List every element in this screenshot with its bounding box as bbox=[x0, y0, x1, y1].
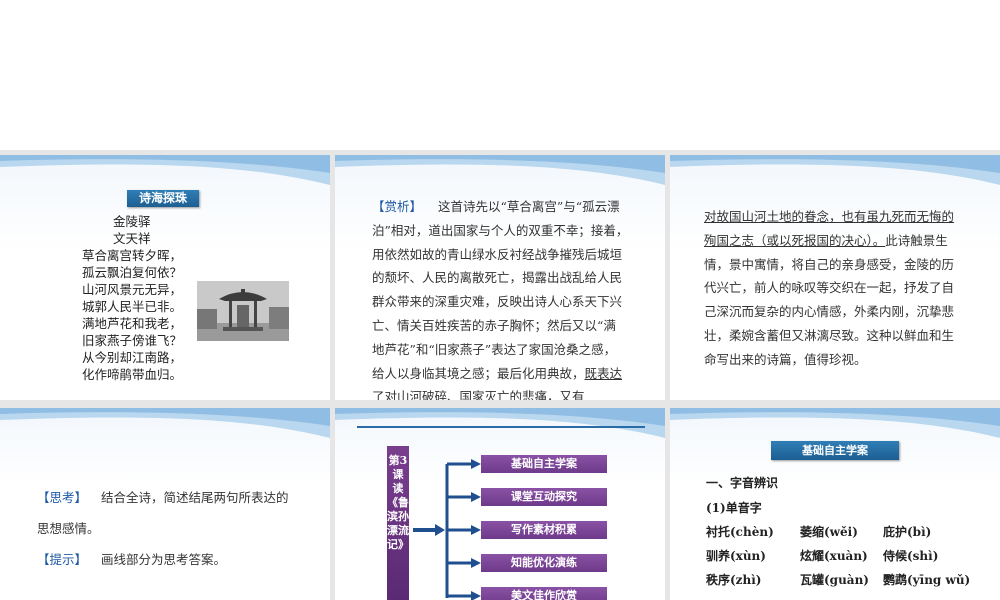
slide-pronunciation[interactable]: 基础自主学案 一、字音辨识 (1)单音字 衬托(chèn) 萎缩(wěi) 庇护… bbox=[670, 408, 1000, 600]
menu-item-basic[interactable]: 基础自主学案 bbox=[481, 455, 607, 473]
think-tag: 【思考】 bbox=[37, 490, 88, 505]
poem-title: 金陵驿 bbox=[113, 214, 151, 229]
menu-item-interactive[interactable]: 课堂互动探究 bbox=[481, 488, 607, 506]
header-swoosh bbox=[335, 408, 665, 438]
word-item: 萎缩(wěi) bbox=[800, 525, 858, 539]
underlined-answer: 了对山河破碎、国家灭亡的悲痛，又有 bbox=[372, 389, 585, 400]
poem-author: 文天祥 bbox=[113, 231, 151, 246]
appreciation-line: 群众带来的深重灾难，反映出诗人心系天下兴 bbox=[372, 294, 623, 310]
pavilion-photo bbox=[197, 281, 289, 341]
appreciation-line: 代兴亡，前人的咏叹等交织在一起，抒发了自 bbox=[704, 280, 955, 296]
appreciation-line-1: 【赏析】 这首诗先以“草合离宫”与“孤云漂 bbox=[372, 199, 620, 214]
menu-item-practice[interactable]: 知能优化演练 bbox=[481, 554, 607, 572]
header-swoosh bbox=[670, 155, 1000, 185]
poem-line: 满地芦花和我老， bbox=[82, 316, 183, 331]
appreciation-line: 壮，柔婉含蓄但又淋漓尽致。这种以鲜血和生 bbox=[704, 327, 955, 343]
hint-tag: 【提示】 bbox=[37, 552, 88, 567]
appreciation-line: 泊”相对，道出国家与个人的双重不幸；接着， bbox=[372, 222, 629, 238]
title-rule bbox=[357, 426, 645, 428]
hint: 【提示】 画线部分为思考答案。 bbox=[37, 552, 227, 567]
word-item: 秩序(zhì) bbox=[706, 573, 762, 587]
top-blank-area bbox=[0, 0, 1000, 150]
header-swoosh bbox=[0, 408, 330, 438]
poem-line: 山河风景元无异， bbox=[82, 282, 183, 297]
appreciation-line: 地芦花”和“旧家燕子”表达了家国沧桑之感， bbox=[372, 341, 617, 357]
word-item: 驯养(xùn) bbox=[706, 549, 766, 563]
appreciation-line: 给人以身临其境之感；最后化用典故，既表达 bbox=[372, 365, 623, 381]
menu-item-essays[interactable]: 美文佳作欣赏 bbox=[481, 587, 607, 600]
poem-line: 旧家燕子傍谁飞？ bbox=[82, 333, 183, 348]
poem-line: 城郭人民半已非。 bbox=[82, 299, 183, 314]
appreciation-tag: 【赏析】 bbox=[372, 199, 423, 214]
word-item: 鹦鹉(yīng wǔ) bbox=[883, 573, 971, 587]
slide-think[interactable]: 【思考】 结合全诗，简述结尾两句所表达的 思想感情。 【提示】 画线部分为思考答案。 bbox=[0, 408, 330, 600]
slide-appreciation-cont[interactable]: 对故国山河土地的眷念，也有虽九死而无悔的 殉国之志（或以死报国的决心）。此诗触景… bbox=[670, 155, 1000, 400]
section-badge: 基础自主学案 bbox=[771, 441, 899, 460]
appreciation-line: 情，景中寓情，将自己的亲身感受，金陵的历 bbox=[704, 256, 955, 272]
menu-item-writing[interactable]: 写作素材积累 bbox=[481, 521, 607, 539]
subsection-heading: (1)单音字 bbox=[706, 501, 762, 515]
think-question-cont: 思想感情。 bbox=[37, 521, 100, 536]
poem-line: 化作啼鹃带血归。 bbox=[82, 367, 183, 382]
poem-line: 从今别却江南路， bbox=[82, 350, 183, 365]
section-heading: 一、字音辨识 bbox=[706, 476, 779, 490]
slide-appreciation[interactable]: 【赏析】 这首诗先以“草合离宫”与“孤云漂 泊”相对，道出国家与个人的双重不幸；接… bbox=[335, 155, 665, 400]
poem-line: 孤云飘泊复何依？ bbox=[82, 265, 183, 280]
underlined-answer: 殉国之志（或以死报国的决心）。 bbox=[704, 232, 886, 248]
appreciation-line: 己深沉而复杂的内心情感，外柔内刚，沉挚悲 bbox=[704, 304, 955, 320]
poem-section-badge: 诗海探珠 bbox=[127, 190, 199, 207]
appreciation-line: 命写出来的诗篇，值得珍视。 bbox=[704, 351, 867, 367]
word-item: 炫耀(xuàn) bbox=[800, 549, 868, 563]
poem-line: 草合离宫转夕晖， bbox=[82, 248, 183, 263]
word-item: 衬托(chèn) bbox=[706, 525, 774, 539]
appreciation-line: 用依然如故的青山绿水反衬经战争摧残后城垣 bbox=[372, 246, 623, 262]
word-item: 侍候(shì) bbox=[883, 549, 939, 563]
menu-arrows bbox=[413, 459, 481, 600]
slide-menu[interactable]: 第3课 读《鲁滨孙漂流记》 基础自主学案 课堂互动探究 写作素材积累 知能优化演… bbox=[335, 408, 665, 600]
word-item: 庇护(bì) bbox=[883, 525, 932, 539]
appreciation-line: 的颓坏、人民的离散死亡，揭露出战乱给人民 bbox=[372, 270, 623, 286]
slide-poem[interactable]: 诗海探珠 金陵驿 文天祥 草合离宫转夕晖， 孤云飘泊复何依？ 山河风景元无异， … bbox=[0, 155, 330, 400]
lesson-title-vertical: 第3课 读《鲁滨孙漂流记》 bbox=[387, 446, 415, 600]
word-item: 瓦罐(guàn) bbox=[800, 573, 869, 587]
think-question: 【思考】 结合全诗，简述结尾两句所表达的 bbox=[37, 490, 289, 505]
underlined-answer: 对故国山河土地的眷念，也有虽九死而无悔的 bbox=[704, 209, 955, 224]
underlined-answer: 既表达 bbox=[584, 365, 623, 381]
appreciation-line: 亡、情关百姓疾苦的赤子胸怀；然后又以“满 bbox=[372, 317, 616, 333]
